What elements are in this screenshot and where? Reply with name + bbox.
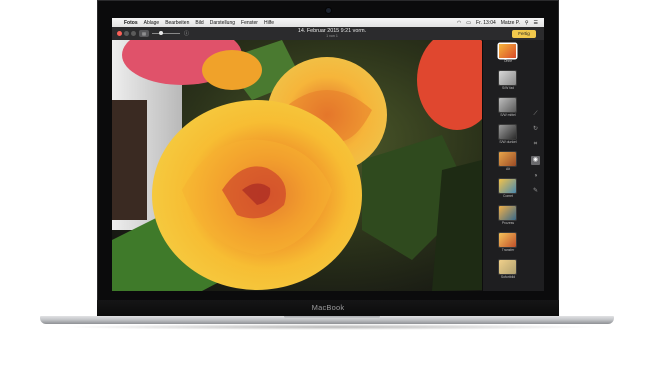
- filter-label: Sofortbild: [500, 275, 516, 279]
- screen: Fotos Ablage Bearbeiten Bild Darstellung…: [112, 18, 544, 291]
- filter-label: Ohne: [503, 59, 513, 63]
- info-icon[interactable]: ⓘ: [184, 30, 189, 37]
- brand-label: MacBook: [311, 303, 345, 312]
- adjust-icon[interactable]: ◑: [531, 172, 540, 181]
- menu-darstellung[interactable]: Darstellung: [210, 20, 235, 26]
- filter-label: Prozess: [501, 221, 515, 225]
- filter-comet[interactable]: Comet: [499, 179, 517, 198]
- split-view-icon[interactable]: ▤: [139, 30, 149, 37]
- filter-prozess[interactable]: Prozess: [499, 206, 517, 225]
- toolbar: ▤ ⓘ 14. Februar 2015 9:21 vorm. 1 von 1 …: [112, 27, 544, 41]
- filters-icon[interactable]: ◉: [531, 156, 540, 165]
- filter-label: S/W mittel: [500, 113, 516, 117]
- base-shadow: [60, 324, 600, 330]
- retouch-icon[interactable]: ✎: [531, 187, 540, 196]
- filter-sw-fad[interactable]: S/W fad: [499, 71, 517, 90]
- camera-icon: [326, 8, 331, 13]
- clock[interactable]: Fr. 13:04: [476, 20, 496, 26]
- rose-photo: [112, 40, 482, 291]
- filter-label: Comet: [503, 194, 513, 198]
- filter-sofortbild[interactable]: Sofortbild: [499, 260, 517, 279]
- menu-hilfe[interactable]: Hilfe: [264, 20, 274, 26]
- magic-wand-icon[interactable]: ⟋: [531, 110, 540, 119]
- menu-ablage[interactable]: Ablage: [144, 20, 160, 26]
- notification-center-icon[interactable]: ☰: [534, 20, 538, 26]
- filter-alt[interactable]: Alt: [499, 152, 517, 171]
- filter-ohne[interactable]: Ohne: [499, 44, 517, 63]
- search-icon[interactable]: ⚲: [525, 20, 529, 26]
- photo-subtitle: 1 von 1: [326, 34, 338, 38]
- menu-fenster[interactable]: Fenster: [241, 20, 258, 26]
- filter-thumb: [499, 44, 516, 58]
- lid-notch: [284, 316, 380, 319]
- battery-icon[interactable]: ▭: [466, 20, 471, 26]
- filter-thumb: [499, 206, 516, 220]
- close-button[interactable]: [117, 31, 122, 36]
- filter-panel: Ohne S/W fad S/W mittel S/W dunkel Alt C…: [482, 40, 544, 291]
- filter-thumb: [499, 179, 516, 193]
- filter-thumb: [499, 233, 516, 247]
- crop-icon[interactable]: ⌗: [531, 140, 540, 149]
- status-area: ◠ ▭ Fr. 13:04 Matze P. ⚲ ☰: [457, 20, 544, 26]
- zoom-button[interactable]: [131, 31, 136, 36]
- photo-canvas[interactable]: [112, 40, 482, 291]
- menu-bar: Fotos Ablage Bearbeiten Bild Darstellung…: [112, 18, 544, 27]
- wifi-icon[interactable]: ◠: [457, 20, 461, 26]
- filter-label: Transfer: [501, 248, 515, 252]
- filter-transfer[interactable]: Transfer: [499, 233, 517, 252]
- filter-thumb: [499, 260, 516, 274]
- filter-thumb: [499, 71, 516, 85]
- zoom-slider-track[interactable]: [152, 33, 180, 34]
- user-name[interactable]: Matze P.: [501, 20, 520, 26]
- filter-label: Alt: [506, 167, 510, 171]
- menu-bild[interactable]: Bild: [195, 20, 203, 26]
- filter-thumb: [499, 152, 516, 166]
- filter-label: S/W dunkel: [499, 140, 517, 144]
- filter-thumb: [499, 125, 516, 139]
- menu-fotos[interactable]: Fotos: [124, 20, 138, 26]
- filter-label: S/W fad: [501, 86, 515, 90]
- menu-bearbeiten[interactable]: Bearbeiten: [165, 20, 189, 26]
- filter-sw-dunkel[interactable]: S/W dunkel: [499, 125, 517, 144]
- minimize-button[interactable]: [124, 31, 129, 36]
- done-button[interactable]: Fertig: [512, 30, 536, 38]
- filter-thumb: [499, 98, 516, 112]
- rotate-icon[interactable]: ↻: [531, 125, 540, 134]
- zoom-slider-knob[interactable]: [159, 31, 163, 35]
- filter-sw-mittel[interactable]: S/W mittel: [499, 98, 517, 117]
